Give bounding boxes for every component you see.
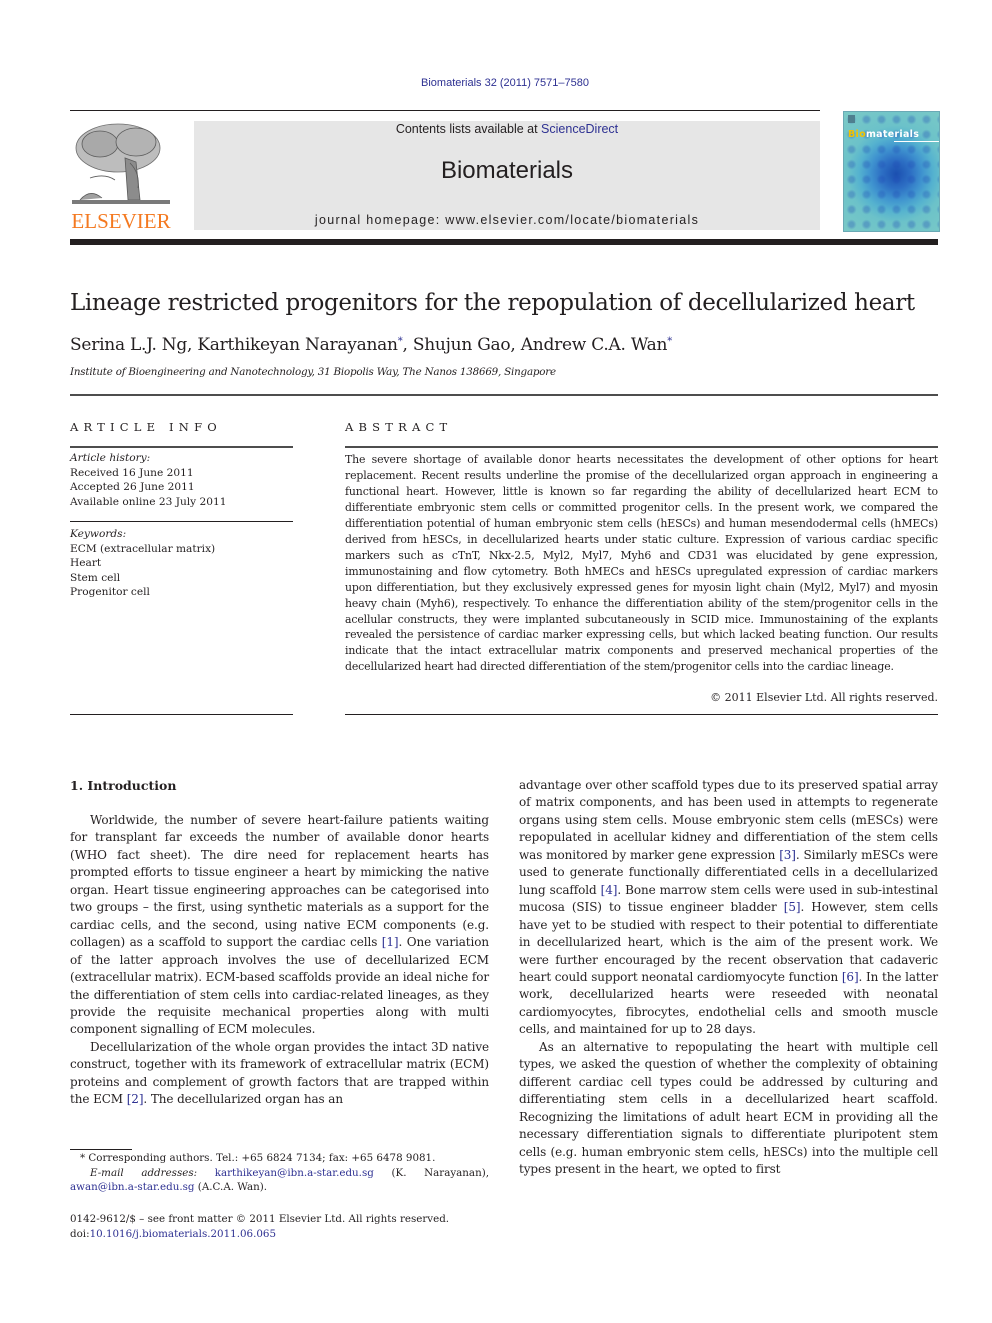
author-name[interactable]: Serina L.J. Ng	[70, 335, 187, 355]
citation-link[interactable]: [2]	[127, 1092, 144, 1106]
corresponding-footnote: * Corresponding authors. Tel.: +65 6824 …	[70, 1152, 489, 1193]
title-rule	[70, 394, 938, 396]
author-name[interactable]: Andrew C.A. Wan	[521, 335, 668, 355]
body-column-right: advantage over other scaffold types due …	[519, 777, 938, 1178]
keyword-item: Progenitor cell	[70, 586, 150, 598]
article-info-end-rule	[70, 714, 293, 715]
history-item: Accepted 26 June 2011	[70, 481, 195, 493]
keyword-item: ECM (extracellular matrix)	[70, 542, 216, 555]
body-paragraph: Decellularization of the whole organ pro…	[70, 1039, 489, 1107]
citation-link[interactable]: [6]	[842, 970, 859, 984]
elsevier-wordmark: ELSEVIER	[71, 209, 171, 233]
journal-banner: Contents lists available at ScienceDirec…	[194, 121, 820, 230]
corresponding-author-mark[interactable]: *	[398, 336, 403, 347]
cover-title: Biomaterials	[848, 129, 920, 140]
elsevier-tree-icon	[72, 123, 170, 204]
contents-line: Contents lists available at ScienceDirec…	[395, 122, 619, 136]
email-link[interactable]: awan@ibn.a-star.edu.sg	[70, 1181, 195, 1193]
section-heading-introduction: 1. Introduction	[70, 778, 177, 793]
body-column-left: Worldwide, the number of severe heart-fa…	[70, 812, 489, 1109]
abstract-text: The severe shortage of available donor h…	[345, 453, 938, 674]
journal-title: Biomaterials	[440, 157, 574, 184]
journal-cover-image[interactable]: Biomaterials	[843, 111, 940, 232]
journal-reference[interactable]: Biomaterials 32 (2011) 7571–7580	[0, 77, 992, 89]
footnote-rule	[70, 1149, 132, 1150]
keyword-item: Stem cell	[70, 571, 121, 584]
body-paragraph: Worldwide, the number of severe heart-fa…	[70, 813, 490, 1037]
history-item: Available online 23 July 2011	[70, 495, 227, 508]
citation-link[interactable]: [1]	[382, 935, 399, 949]
keywords-rule	[70, 521, 293, 522]
corresponding-author-mark[interactable]: *	[667, 336, 672, 347]
citation-link[interactable]: [5]	[784, 900, 801, 914]
affiliation: Institute of Bioengineering and Nanotech…	[70, 366, 556, 378]
article-title: Lineage restricted progenitors for the r…	[70, 290, 915, 316]
keyword-item: Heart	[70, 557, 102, 569]
doi-link[interactable]: 10.1016/j.biomaterials.2011.06.065	[90, 1228, 276, 1240]
header-thick-rule	[70, 239, 938, 245]
abstract-end-rule	[345, 714, 938, 715]
body-paragraph: As an alternative to repopulating the he…	[519, 1039, 938, 1176]
article-info-rule	[70, 446, 293, 448]
article-info-heading: ARTICLE INFO	[70, 420, 222, 434]
author-list: Serina L.J. Ng, Karthikeyan Narayanan*, …	[70, 335, 672, 355]
article-history: Article history: Received 16 June 2011 A…	[70, 451, 293, 509]
body-paragraph: advantage over other scaffold types due …	[519, 778, 939, 1037]
header-rule	[70, 110, 820, 111]
abstract-rule	[345, 446, 938, 448]
author-name[interactable]: Karthikeyan Narayanan	[197, 335, 398, 355]
abstract-copyright: © 2011 Elsevier Ltd. All rights reserved…	[710, 691, 938, 704]
keywords: Keywords: ECM (extracellular matrix) Hea…	[70, 527, 293, 600]
citation-link[interactable]: [3]	[779, 848, 796, 862]
author-name[interactable]: Shujun Gao	[413, 335, 511, 355]
journal-homepage[interactable]: journal homepage: www.elsevier.com/locat…	[194, 213, 820, 227]
front-matter-info: 0142-9612/$ – see front matter © 2011 El…	[70, 1213, 450, 1240]
sciencedirect-link[interactable]: ScienceDirect	[541, 122, 618, 136]
cover-publisher-icon	[848, 115, 855, 123]
elsevier-logo[interactable]: ELSEVIER	[70, 118, 172, 234]
email-link[interactable]: karthikeyan@ibn.a-star.edu.sg	[215, 1167, 374, 1179]
citation-link[interactable]: [4]	[601, 883, 618, 897]
history-item: Received 16 June 2011	[70, 466, 194, 479]
abstract-heading: ABSTRACT	[345, 420, 453, 434]
